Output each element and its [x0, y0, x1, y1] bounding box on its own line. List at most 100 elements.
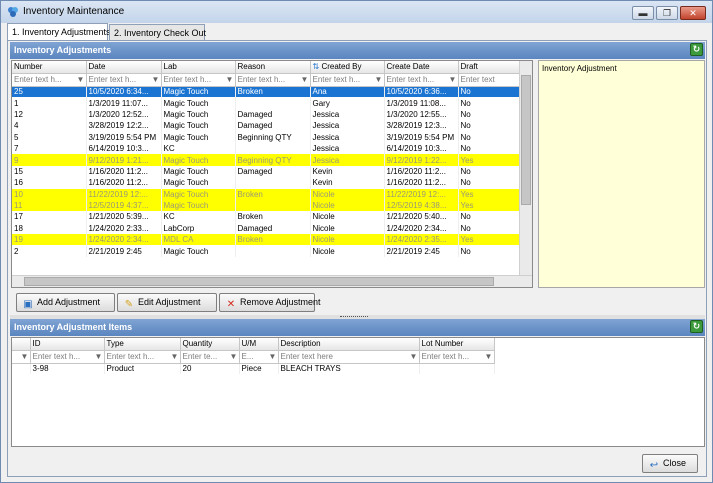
filter-cell-number[interactable]: Enter text h... ▼ [12, 73, 87, 87]
column-header-create-date[interactable]: Create Date [384, 61, 459, 74]
column-header-draft[interactable]: Draft [458, 61, 521, 74]
table-row[interactable]: 10 11/22/2019 12:... Magic Touch Broken Nico… [12, 188, 521, 200]
filter-cell-lot-number[interactable]: Enter text h... ▼ [419, 350, 495, 364]
adjustments-vertical-scrollbar[interactable] [519, 61, 532, 275]
filter-input[interactable]: Enter text h... [14, 75, 62, 84]
filter-input[interactable]: Enter text h... [89, 75, 137, 84]
column-header-created-by[interactable]: ⇅ Created By [310, 61, 385, 74]
tab-inventory-adjustments[interactable]: 1. Inventory Adjustments [7, 23, 111, 41]
scroll-thumb[interactable] [24, 277, 494, 286]
filter-icon[interactable]: ▼ [449, 75, 457, 84]
filter-icon[interactable]: ▼ [375, 75, 383, 84]
cell-number: 16 [12, 177, 87, 189]
column-header-type[interactable]: Type [104, 338, 181, 351]
column-header-id[interactable]: ID [30, 338, 105, 351]
scroll-thumb[interactable] [521, 75, 531, 205]
table-row[interactable]: 12 1/3/2020 12:52... Magic Touch Damaged Jes… [12, 108, 521, 121]
filter-cell-lab[interactable]: Enter text h... ▼ [161, 73, 236, 87]
filter-icon[interactable]: ▼ [410, 352, 418, 361]
column-header-description[interactable]: Description [278, 338, 420, 351]
table-row[interactable]: 2 2/21/2019 2:45 Magic Touch Nicole 2/21/201… [12, 245, 521, 257]
filter-input[interactable]: Enter text h... [33, 352, 81, 361]
filter-icon[interactable]: ▼ [269, 352, 277, 361]
filter-cell-id[interactable]: Enter text h... ▼ [30, 350, 105, 364]
filter-input[interactable]: Enter text h... [107, 352, 155, 361]
cell-created-by: Kevin [310, 165, 385, 178]
filter-cell-quantity[interactable]: Enter te... ▼ [180, 350, 240, 364]
table-row[interactable]: 7 6/14/2019 10:3... KC Jessica 6/14/2019 10:… [12, 142, 521, 155]
table-row[interactable]: 4 3/28/2019 12:2... Magic Touch Damaged Jess… [12, 120, 521, 132]
filter-input[interactable]: Enter text here [281, 352, 333, 361]
table-row[interactable]: 18 1/24/2020 2:33... LabCorp Damaged Nicole 1… [12, 222, 521, 235]
filter-clear-cell[interactable]: ▼ [12, 350, 31, 364]
column-header-number[interactable]: Number [12, 61, 87, 74]
filter-input[interactable]: Enter text h... [238, 75, 286, 84]
filter-cell-create-date[interactable]: Enter text h... ▼ [384, 73, 459, 87]
filter-cell-um[interactable]: E... ▼ [239, 350, 279, 364]
filter-input[interactable]: Enter text h... [422, 352, 470, 361]
filter-input[interactable]: Enter text [461, 75, 495, 84]
table-row[interactable]: 19 1/24/2020 2:34... MDL CA Broken Nicole 1/2… [12, 234, 521, 246]
table-row[interactable]: 1 1/3/2019 11:07... Magic Touch Gary 1/3/201… [12, 97, 521, 109]
refresh-icon[interactable]: ↻ [690, 320, 703, 333]
edit-adjustment-button[interactable]: ✎ Edit Adjustment [117, 293, 217, 312]
cell-create-date: 10/5/2020 6:36... [384, 86, 459, 98]
column-header-reason[interactable]: Reason [235, 61, 311, 74]
adjustment-notes-panel[interactable]: Inventory Adjustment [538, 60, 705, 288]
filter-icon[interactable]: ▼ [21, 352, 29, 361]
filter-cell-reason[interactable]: Enter text h... ▼ [235, 73, 311, 87]
filter-cell-date[interactable]: Enter text h... ▼ [86, 73, 162, 87]
filter-icon[interactable]: ▼ [171, 352, 179, 361]
table-row[interactable]: 5 3/19/2019 5:54 PM Magic Touch Beginning Q… [12, 131, 521, 143]
tab-inventory-check-out[interactable]: 2. Inventory Check Out [109, 24, 206, 41]
filter-cell-type[interactable]: Enter text h... ▼ [104, 350, 181, 364]
column-header-quantity[interactable]: Quantity [180, 338, 240, 351]
table-row[interactable]: 16 1/16/2020 11:2... Magic Touch Kevin 1/16/… [12, 177, 521, 189]
filter-cell-description[interactable]: Enter text here ▼ [278, 350, 420, 364]
table-row[interactable]: 11 12/5/2019 4:37... Magic Touch Nicole 12/5… [12, 199, 521, 212]
cell-reason: Damaged [235, 165, 311, 178]
table-row[interactable]: 9 9/12/2019 1:21... Magic Touch Beginning Q… [12, 154, 521, 166]
filter-cell-draft[interactable]: Enter text [458, 73, 521, 87]
refresh-icon[interactable]: ↻ [690, 43, 703, 56]
cell-reason [235, 245, 311, 257]
column-header-lab[interactable]: Lab [161, 61, 236, 74]
add-adjustment-button[interactable]: ▣ Add Adjustment [16, 293, 115, 312]
close-button[interactable]: ↩ Close [642, 454, 698, 473]
cell-date: 3/28/2019 12:2... [86, 120, 162, 132]
filter-cell-created-by[interactable]: Enter text h... ▼ [310, 73, 385, 87]
cell-draft: No [458, 142, 521, 155]
table-row[interactable]: 3-98 Product 20 Piece BLEACH TRAYS [12, 363, 495, 375]
table-row[interactable]: 15 1/16/2020 11:2... Magic Touch Damaged Kev… [12, 165, 521, 178]
splitter-grip[interactable] [340, 316, 368, 318]
filter-icon[interactable]: ▼ [230, 352, 238, 361]
filter-icon[interactable]: ▼ [95, 352, 103, 361]
filter-input[interactable]: Enter text h... [387, 75, 435, 84]
table-row[interactable]: 17 1/21/2020 5:39... KC Broken Nicole 1/21/20… [12, 211, 521, 223]
cell-lab: LabCorp [161, 222, 236, 235]
close-window-button[interactable]: ✕ [680, 6, 706, 20]
cell-create-date: 1/24/2020 2:35... [384, 234, 459, 246]
adjustments-horizontal-scrollbar[interactable] [12, 275, 532, 287]
filter-input[interactable]: Enter te... [183, 352, 218, 361]
adjustments-filter-row: Enter text h... ▼ Enter text h... ▼ Enter … [12, 73, 521, 87]
cell-draft: No [458, 97, 521, 109]
table-row[interactable]: 25 10/5/2020 6:34... Magic Touch Broken Ana 1… [12, 86, 521, 98]
items-table: ID Type Quantity U/M Description Lot Num… [12, 338, 495, 375]
filter-input[interactable]: Enter text h... [313, 75, 361, 84]
cell-date: 2/21/2019 2:45 [86, 245, 162, 257]
minimize-button[interactable]: ▬ [632, 6, 654, 20]
filter-icon[interactable]: ▼ [152, 75, 160, 84]
column-header-date[interactable]: Date [86, 61, 162, 74]
column-header-um[interactable]: U/M [239, 338, 279, 351]
restore-button[interactable]: ❐ [656, 6, 678, 20]
filter-icon[interactable]: ▼ [485, 352, 493, 361]
column-header-lot-number[interactable]: Lot Number [419, 338, 495, 351]
filter-icon[interactable]: ▼ [226, 75, 234, 84]
filter-icon[interactable]: ▼ [301, 75, 309, 84]
filter-input[interactable]: E... [242, 352, 254, 361]
filter-input[interactable]: Enter text h... [164, 75, 212, 84]
cell-reason: Damaged [235, 222, 311, 235]
filter-icon[interactable]: ▼ [77, 75, 85, 84]
remove-adjustment-button[interactable]: ✕ Remove Adjustment [219, 293, 321, 312]
